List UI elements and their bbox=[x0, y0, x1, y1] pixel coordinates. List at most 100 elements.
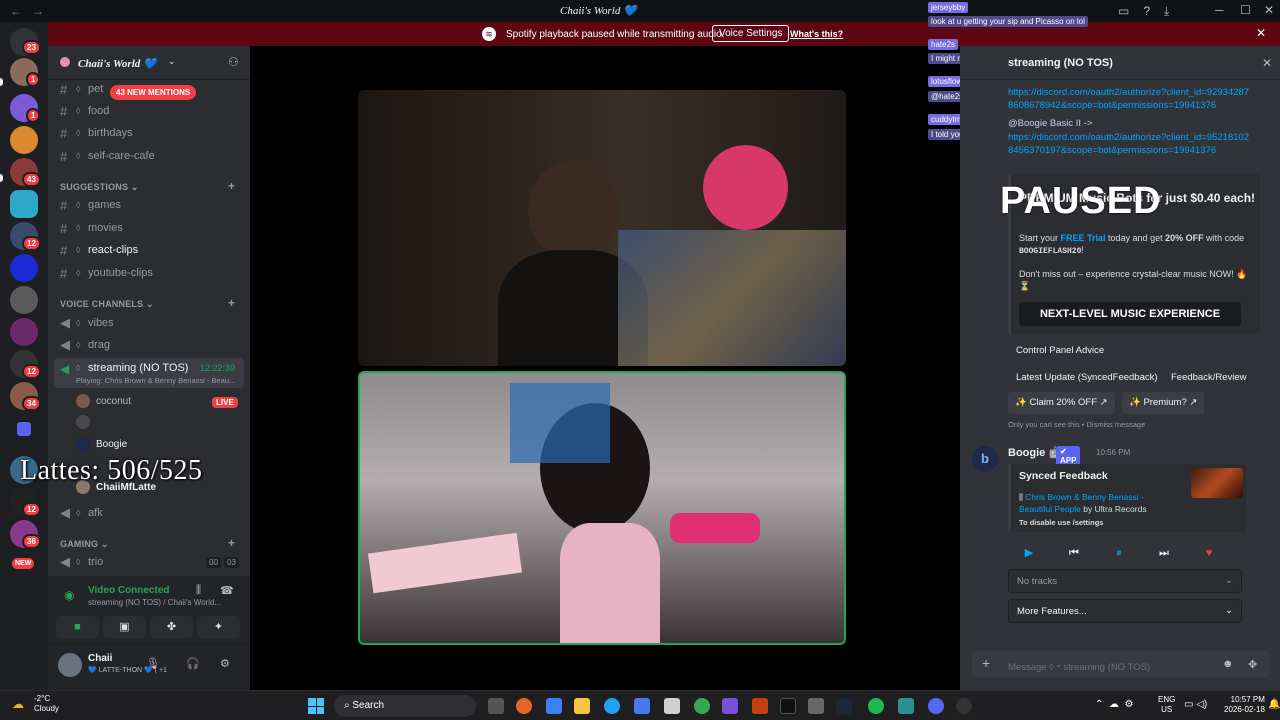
pause-icon[interactable]: ⏸ bbox=[1104, 543, 1134, 563]
emoji-icon[interactable]: ☻ bbox=[1222, 658, 1234, 670]
next-icon[interactable]: ⏭ bbox=[1149, 543, 1179, 563]
channel-birthdays[interactable]: # ◊ birthdays bbox=[56, 123, 244, 143]
channel-self-care-cafe[interactable]: # ◊ self-care-cafe bbox=[56, 146, 244, 166]
start-button[interactable] bbox=[308, 698, 324, 714]
bot-avatar[interactable]: b bbox=[972, 446, 998, 472]
soundboard-button[interactable]: ✦ bbox=[197, 616, 240, 638]
voice-channel-drag[interactable]: ◀ ◊ drag bbox=[56, 335, 244, 355]
message-input[interactable]: Message ◊・streaming (NO TOS) bbox=[1008, 659, 1150, 673]
feedback-button[interactable]: Feedback/Review bbox=[1164, 367, 1254, 389]
discord-icon[interactable] bbox=[928, 698, 944, 714]
previous-icon[interactable]: ⏮ bbox=[1059, 543, 1089, 563]
new-mentions-pill[interactable]: 43 NEW MENTIONS bbox=[110, 85, 197, 100]
weather-icon[interactable]: ☁ bbox=[12, 697, 24, 711]
category-gaming[interactable]: GAMING ⌄ + bbox=[60, 536, 235, 550]
clock[interactable]: 10:57 PM 2026-02-18 bbox=[1224, 695, 1265, 715]
voice-channel-trio[interactable]: ◀ ◊ trio 00 03 bbox=[56, 552, 244, 572]
folder-icon[interactable] bbox=[17, 422, 31, 436]
add-channel-icon[interactable]: + bbox=[228, 536, 235, 550]
brave-browser-icon[interactable] bbox=[516, 698, 532, 714]
obs-icon[interactable] bbox=[956, 698, 972, 714]
taskbar-search[interactable]: ⌕ Search bbox=[334, 695, 476, 717]
network-volume-icons[interactable]: ▭ ◁) bbox=[1184, 699, 1207, 710]
server-icon[interactable] bbox=[10, 286, 38, 314]
message-composer[interactable]: + Message ◊・streaming (NO TOS) ☻ ✥ bbox=[972, 650, 1270, 678]
invite-link[interactable]: https://discord.com/oauth2/authorize?cli… bbox=[1008, 131, 1254, 157]
voice-user[interactable]: Boogie bbox=[76, 435, 127, 453]
category-suggestions[interactable]: SUGGESTIONS ⌄ + bbox=[60, 179, 235, 193]
server-header[interactable]: Chaii's World 💙 ⌄ ⚇ bbox=[48, 46, 250, 80]
server-icon[interactable] bbox=[10, 254, 38, 282]
forward-arrow-icon[interactable]: → bbox=[32, 4, 44, 18]
voice-status[interactable]: Video Connected bbox=[88, 585, 170, 596]
control-panel-button[interactable]: Control Panel Advice bbox=[1008, 340, 1111, 362]
help-icon[interactable]: ? bbox=[1143, 4, 1150, 19]
whats-this-link[interactable]: What's this? bbox=[790, 29, 843, 39]
tracks-select[interactable]: No tracks ⌄ bbox=[1008, 569, 1242, 593]
user-mention[interactable]: @Boogie Basic II -> bbox=[1008, 117, 1254, 130]
copilot-icon[interactable] bbox=[546, 698, 562, 714]
notification-icon[interactable]: 🔔 bbox=[1268, 699, 1280, 710]
screen-share-button[interactable]: ▣ bbox=[103, 616, 146, 638]
app-icon[interactable] bbox=[898, 698, 914, 714]
server-icon[interactable] bbox=[10, 126, 38, 154]
invite-icon[interactable]: ⚇ bbox=[228, 55, 239, 69]
file-explorer-icon[interactable] bbox=[574, 698, 590, 714]
server-icon[interactable] bbox=[10, 318, 38, 346]
channel-food[interactable]: # ◊ food bbox=[56, 101, 244, 121]
tiktok-icon[interactable] bbox=[780, 698, 796, 714]
premium-button[interactable]: ✨ Premium? ↗ bbox=[1122, 392, 1205, 414]
spotify-icon[interactable] bbox=[868, 698, 884, 714]
chrome-icon[interactable] bbox=[694, 698, 710, 714]
close-icon[interactable]: ✕ bbox=[1262, 56, 1272, 70]
language-indicator[interactable]: ENG US bbox=[1158, 695, 1175, 715]
camera-button[interactable]: ■ bbox=[56, 616, 99, 638]
voice-channel-vibes[interactable]: ◀ ◊ vibes bbox=[56, 313, 244, 333]
maximize-button[interactable]: ☐ bbox=[1240, 3, 1251, 17]
channel-games[interactable]: # ◊ games bbox=[56, 195, 244, 215]
app-icon[interactable] bbox=[634, 698, 650, 714]
task-view-icon[interactable] bbox=[488, 698, 504, 714]
voice-settings-button[interactable]: Voice Settings bbox=[712, 25, 790, 42]
download-icon[interactable]: ⤓ bbox=[1164, 4, 1169, 19]
app-icon[interactable] bbox=[752, 698, 768, 714]
minimize-button[interactable]: ─ bbox=[1215, 3, 1224, 17]
attach-plus-icon[interactable]: + bbox=[982, 655, 990, 671]
claim-discount-button[interactable]: ✨ Claim 20% OFF ↗ bbox=[1008, 392, 1115, 414]
voice-channel-path[interactable]: streaming (NO TOS) / Chaii's World... bbox=[88, 598, 221, 607]
avatar[interactable] bbox=[58, 653, 82, 677]
app-icon[interactable] bbox=[808, 698, 824, 714]
channel-youtube-clips[interactable]: # ◊ youtube-clips bbox=[56, 263, 244, 283]
voice-user[interactable] bbox=[76, 413, 90, 431]
channel-movies[interactable]: # ◊ movies bbox=[56, 218, 244, 238]
play-icon[interactable]: ▶ bbox=[1014, 543, 1044, 563]
video-tile[interactable] bbox=[358, 90, 846, 366]
voice-channel-afk[interactable]: ◀ ◊ afk bbox=[56, 503, 244, 523]
settings-gear-icon[interactable]: ⚙ bbox=[220, 657, 230, 670]
noise-suppression-icon[interactable]: ⫼ bbox=[196, 584, 201, 597]
add-channel-icon[interactable]: + bbox=[228, 179, 235, 193]
more-features-select[interactable]: More Features... ⌄ bbox=[1008, 599, 1242, 623]
voice-user[interactable]: coconut bbox=[76, 392, 131, 410]
active-voice-channel[interactable]: ◀ ◊ streaming (NO TOS) 12:22:39 Playing:… bbox=[54, 358, 244, 388]
activities-button[interactable]: ✤ bbox=[150, 616, 193, 638]
headphones-icon[interactable]: 🎧 bbox=[186, 657, 200, 670]
add-channel-icon[interactable]: + bbox=[228, 296, 235, 310]
channel-react-clips[interactable]: # ◊ react-clips bbox=[56, 240, 244, 260]
close-icon[interactable]: ✕ bbox=[1256, 26, 1266, 40]
steam-icon[interactable] bbox=[836, 698, 852, 714]
invite-link[interactable]: https://discord.com/oauth2/authorize?cli… bbox=[1008, 86, 1254, 112]
microphone-icon[interactable]: 🎙 bbox=[146, 657, 160, 670]
ephemeral-note[interactable]: Only you can see this • Dismiss message bbox=[1008, 420, 1145, 429]
close-window-button[interactable]: ✕ bbox=[1264, 3, 1274, 17]
store-icon[interactable] bbox=[664, 698, 680, 714]
app-icon[interactable] bbox=[722, 698, 738, 714]
heart-icon[interactable]: ♥ bbox=[1194, 543, 1224, 563]
video-tile-active[interactable] bbox=[358, 371, 846, 645]
apps-icon[interactable]: ✥ bbox=[1248, 658, 1257, 671]
back-arrow-icon[interactable]: ← bbox=[10, 4, 22, 18]
system-tray[interactable]: ⌃ ☁ ⚙ bbox=[1095, 699, 1133, 710]
disconnect-icon[interactable]: ☎ bbox=[220, 584, 234, 597]
category-voice-channels[interactable]: VOICE CHANNELS ⌄ + bbox=[60, 296, 235, 310]
bot-name[interactable]: Boogie 🤖 bbox=[1008, 446, 1062, 459]
